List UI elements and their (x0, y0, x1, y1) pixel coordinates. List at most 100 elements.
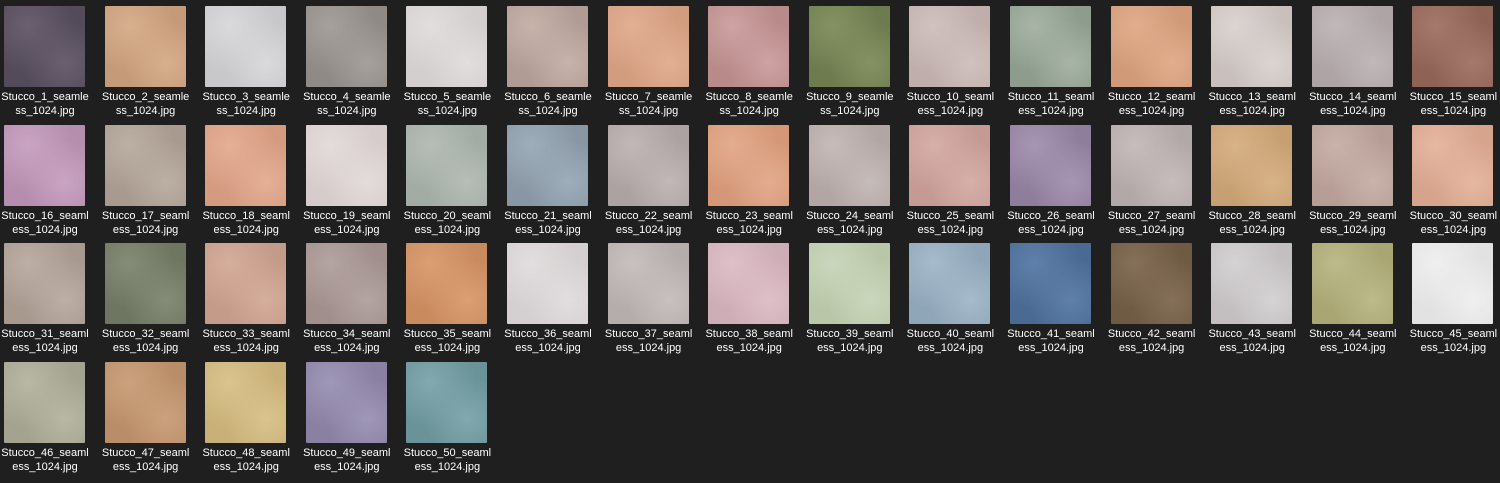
file-thumbnail[interactable] (808, 124, 890, 206)
file-item[interactable]: Stucco_47_seaml ess_1024.jpg (101, 361, 201, 480)
file-item[interactable]: Stucco_26_seaml ess_1024.jpg (1006, 124, 1106, 243)
file-item[interactable]: Stucco_46_seaml ess_1024.jpg (0, 361, 100, 480)
file-thumbnail[interactable] (1110, 124, 1192, 206)
file-item[interactable]: Stucco_42_seaml ess_1024.jpg (1107, 243, 1207, 361)
file-thumbnail[interactable] (305, 243, 387, 324)
file-thumbnail[interactable] (205, 6, 287, 87)
file-thumbnail[interactable] (607, 243, 689, 324)
file-thumbnail[interactable] (507, 124, 588, 206)
file-thumbnail[interactable] (1311, 6, 1393, 87)
file-item[interactable]: Stucco_24_seaml ess_1024.jpg (805, 124, 905, 243)
file-item[interactable]: Stucco_5_seamle ss_1024.jpg (402, 6, 502, 124)
file-item[interactable]: Stucco_23_seaml ess_1024.jpg (704, 124, 804, 243)
file-thumbnail[interactable] (406, 124, 488, 206)
file-thumbnail[interactable] (104, 6, 186, 87)
file-item[interactable]: Stucco_13_seaml ess_1024.jpg (1207, 6, 1307, 124)
file-item[interactable]: Stucco_49_seaml ess_1024.jpg (302, 361, 402, 480)
file-thumbnail[interactable] (607, 6, 689, 87)
file-item[interactable]: Stucco_18_seaml ess_1024.jpg (201, 124, 301, 243)
file-thumbnail[interactable] (1211, 243, 1293, 324)
file-item[interactable]: Stucco_36_seaml ess_1024.jpg (503, 243, 603, 361)
file-item[interactable]: Stucco_10_seaml ess_1024.jpg (905, 6, 1005, 124)
file-thumbnail[interactable] (406, 6, 488, 87)
file-thumbnail[interactable] (4, 361, 85, 443)
file-item[interactable]: Stucco_7_seamle ss_1024.jpg (604, 6, 704, 124)
file-item[interactable]: Stucco_22_seaml ess_1024.jpg (604, 124, 704, 243)
file-thumbnail[interactable] (909, 124, 991, 206)
file-thumbnail[interactable] (1110, 6, 1192, 87)
file-item[interactable]: Stucco_29_seaml ess_1024.jpg (1308, 124, 1408, 243)
file-item[interactable]: Stucco_25_seaml ess_1024.jpg (905, 124, 1005, 243)
file-item[interactable]: Stucco_35_seaml ess_1024.jpg (402, 243, 502, 361)
file-thumbnail[interactable] (909, 243, 991, 324)
file-thumbnail[interactable] (708, 124, 790, 206)
file-item[interactable]: Stucco_44_seaml ess_1024.jpg (1308, 243, 1408, 361)
file-thumbnail[interactable] (1010, 243, 1091, 324)
file-item[interactable]: Stucco_19_seaml ess_1024.jpg (302, 124, 402, 243)
file-item[interactable]: Stucco_14_seaml ess_1024.jpg (1308, 6, 1408, 124)
file-item[interactable]: Stucco_43_seaml ess_1024.jpg (1207, 243, 1307, 361)
file-item[interactable]: Stucco_33_seaml ess_1024.jpg (201, 243, 301, 361)
file-item[interactable]: Stucco_40_seaml ess_1024.jpg (905, 243, 1005, 361)
file-thumbnail[interactable] (708, 6, 790, 87)
file-thumbnail[interactable] (205, 124, 287, 206)
file-thumbnail[interactable] (104, 124, 186, 206)
file-item[interactable]: Stucco_2_seamle ss_1024.jpg (101, 6, 201, 124)
file-thumbnail[interactable] (305, 6, 387, 87)
file-item[interactable]: Stucco_17_seaml ess_1024.jpg (101, 124, 201, 243)
file-item[interactable]: Stucco_30_seaml ess_1024.jpg (1408, 124, 1500, 243)
file-item[interactable]: Stucco_6_seamle ss_1024.jpg (503, 6, 603, 124)
file-item[interactable]: Stucco_16_seaml ess_1024.jpg (0, 124, 100, 243)
file-thumbnail[interactable] (205, 361, 287, 443)
file-item[interactable]: Stucco_37_seaml ess_1024.jpg (604, 243, 704, 361)
file-thumbnail[interactable] (909, 6, 991, 87)
file-thumbnail[interactable] (607, 124, 689, 206)
file-thumbnail[interactable] (1010, 6, 1091, 87)
file-item[interactable]: Stucco_11_seaml ess_1024.jpg (1006, 6, 1106, 124)
file-thumbnail[interactable] (406, 361, 488, 443)
file-thumbnail[interactable] (1412, 6, 1494, 87)
file-thumbnail[interactable] (1211, 6, 1293, 87)
file-thumbnail[interactable] (305, 361, 387, 443)
file-thumbnail[interactable] (305, 124, 387, 206)
file-item[interactable]: Stucco_9_seamle ss_1024.jpg (805, 6, 905, 124)
file-item[interactable]: Stucco_27_seaml ess_1024.jpg (1107, 124, 1207, 243)
file-thumbnail[interactable] (1311, 124, 1393, 206)
file-thumbnail[interactable] (808, 243, 890, 324)
file-thumbnail[interactable] (1110, 243, 1192, 324)
file-item[interactable]: Stucco_32_seaml ess_1024.jpg (101, 243, 201, 361)
file-item[interactable]: Stucco_50_seaml ess_1024.jpg (402, 361, 502, 480)
file-thumbnail[interactable] (205, 243, 287, 324)
file-thumbnail[interactable] (104, 243, 186, 324)
file-thumbnail[interactable] (708, 243, 790, 324)
file-thumbnail[interactable] (1412, 124, 1494, 206)
file-item[interactable]: Stucco_28_seaml ess_1024.jpg (1207, 124, 1307, 243)
file-thumbnail[interactable] (507, 6, 588, 87)
file-thumbnail[interactable] (104, 361, 186, 443)
file-thumbnail[interactable] (406, 243, 488, 324)
file-thumbnail[interactable] (4, 6, 85, 87)
file-item[interactable]: Stucco_45_seaml ess_1024.jpg (1408, 243, 1500, 361)
file-item[interactable]: Stucco_15_seaml ess_1024.jpg (1408, 6, 1500, 124)
file-item[interactable]: Stucco_3_seamle ss_1024.jpg (201, 6, 301, 124)
file-item[interactable]: Stucco_21_seaml ess_1024.jpg (503, 124, 603, 243)
file-thumbnail[interactable] (1311, 243, 1393, 324)
file-thumbnail[interactable] (808, 6, 890, 87)
file-thumbnail[interactable] (507, 243, 588, 324)
file-item[interactable]: Stucco_39_seaml ess_1024.jpg (805, 243, 905, 361)
file-item[interactable]: Stucco_48_seaml ess_1024.jpg (201, 361, 301, 480)
file-item[interactable]: Stucco_1_seamle ss_1024.jpg (0, 6, 100, 124)
file-item[interactable]: Stucco_4_seamle ss_1024.jpg (302, 6, 402, 124)
file-thumbnail[interactable] (4, 124, 85, 206)
file-item[interactable]: Stucco_31_seaml ess_1024.jpg (0, 243, 100, 361)
file-thumbnail[interactable] (1211, 124, 1293, 206)
file-item[interactable]: Stucco_12_seaml ess_1024.jpg (1107, 6, 1207, 124)
file-item[interactable]: Stucco_20_seaml ess_1024.jpg (402, 124, 502, 243)
file-item[interactable]: Stucco_34_seaml ess_1024.jpg (302, 243, 402, 361)
file-thumbnail[interactable] (1010, 124, 1091, 206)
file-item[interactable]: Stucco_41_seaml ess_1024.jpg (1006, 243, 1106, 361)
file-item[interactable]: Stucco_8_seamle ss_1024.jpg (704, 6, 804, 124)
file-item[interactable]: Stucco_38_seaml ess_1024.jpg (704, 243, 804, 361)
file-thumbnail[interactable] (1412, 243, 1494, 324)
file-thumbnail[interactable] (4, 243, 85, 324)
